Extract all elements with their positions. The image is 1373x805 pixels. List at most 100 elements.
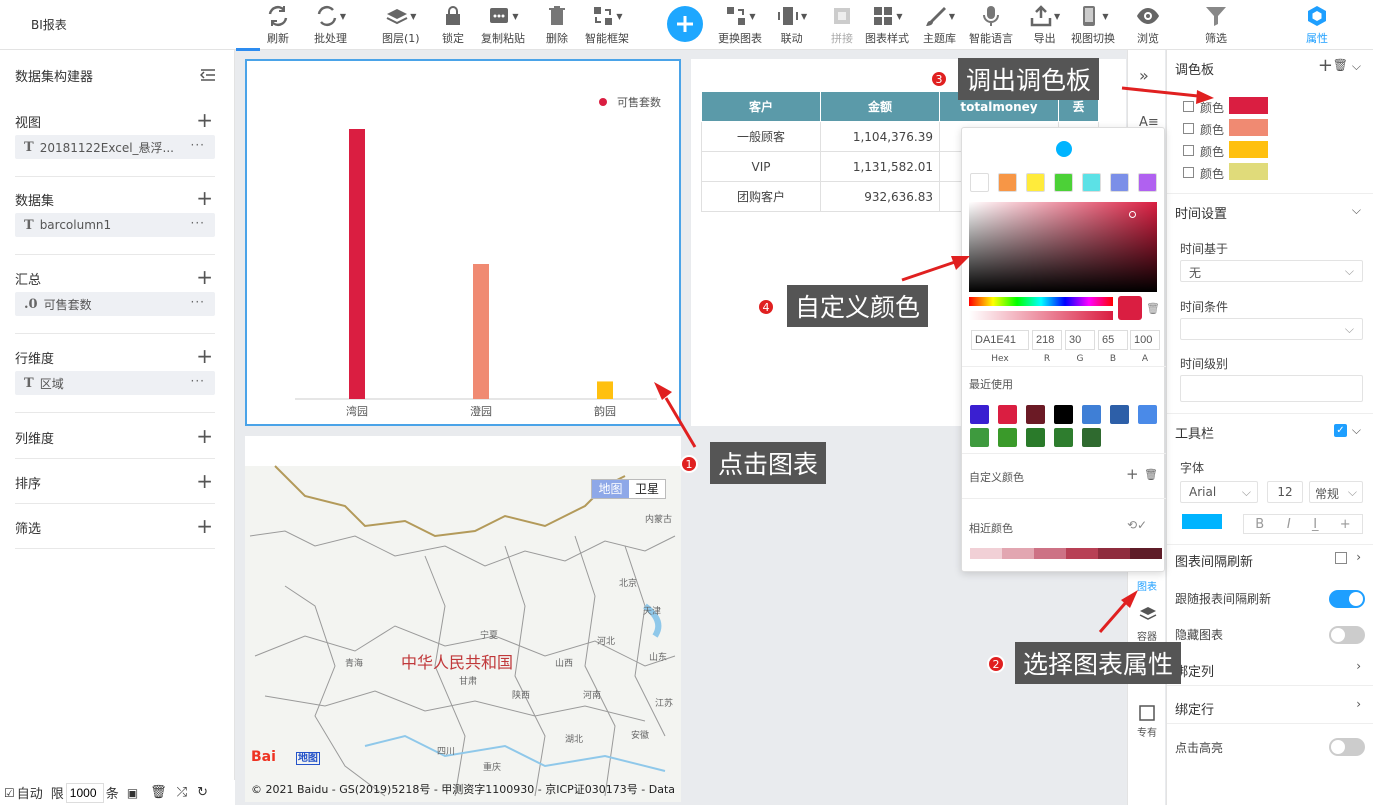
toolbar-splice-button[interactable]: 拼接: [830, 4, 854, 48]
palette-checkbox[interactable]: [1183, 145, 1194, 156]
strikethrough-icon[interactable]: +: [1340, 517, 1351, 532]
chevron-right-icon[interactable]: ›: [1356, 697, 1361, 711]
table-header[interactable]: 金额: [820, 91, 940, 122]
recent-swatch[interactable]: [970, 428, 989, 447]
preset-swatch[interactable]: [1082, 173, 1101, 192]
field-pill[interactable]: T 20181122Excel_悬浮... ···: [15, 135, 215, 159]
font-color-swatch[interactable]: [1182, 514, 1222, 529]
eyedropper-preview[interactable]: [1056, 141, 1072, 157]
toolbar-link-button[interactable]: ▼ 联动: [776, 4, 807, 48]
refresh-similar-icon[interactable]: ⟲✓: [1127, 518, 1147, 532]
shuffle-icon[interactable]: ⤮: [177, 785, 187, 800]
add-field-button[interactable]: +: [196, 469, 213, 493]
similar-swatch[interactable]: [1034, 548, 1066, 559]
recent-swatch[interactable]: [1110, 405, 1129, 424]
auto-checkbox[interactable]: ☑: [4, 786, 15, 800]
exclusive-tab-label[interactable]: 专有: [1137, 724, 1157, 739]
delete-color-icon[interactable]: 🗑: [1146, 302, 1160, 315]
add-field-button[interactable]: +: [196, 108, 213, 132]
font-size-input[interactable]: 12: [1267, 481, 1303, 503]
toolbar-refresh-button[interactable]: 刷新: [266, 4, 290, 48]
similar-swatch[interactable]: [1130, 548, 1162, 559]
add-custom-color-icon[interactable]: +: [1126, 465, 1139, 483]
bold-icon[interactable]: B: [1255, 517, 1264, 532]
font-family-select[interactable]: Arial ⌵: [1180, 481, 1258, 503]
color-a-input[interactable]: [1130, 330, 1160, 350]
recent-swatch[interactable]: [998, 405, 1017, 424]
collapse-panel-icon[interactable]: [200, 68, 216, 82]
underline-icon[interactable]: I̲: [1313, 517, 1317, 532]
trash-icon[interactable]: 🗑: [150, 785, 167, 800]
toolbar-trash-button[interactable]: 删除: [545, 4, 569, 48]
similar-swatch[interactable]: [1066, 548, 1098, 559]
palette-add-icon[interactable]: +: [1318, 55, 1333, 76]
map-tab[interactable]: 地图: [592, 480, 629, 498]
add-field-button[interactable]: +: [196, 514, 213, 538]
interval-refresh-checkbox[interactable]: [1335, 552, 1347, 564]
color-g-input[interactable]: [1065, 330, 1095, 350]
chevron-down-icon[interactable]: ⌵: [1352, 59, 1361, 74]
recent-swatch[interactable]: [1054, 405, 1073, 424]
toolbar-theme-brush-button[interactable]: ▼ 主题库: [923, 4, 956, 48]
time-condition-select[interactable]: ⌵: [1180, 318, 1363, 340]
preset-swatch[interactable]: [998, 173, 1017, 192]
field-pill[interactable]: .0 可售套数 ···: [15, 292, 215, 316]
color-r-input[interactable]: [1032, 330, 1062, 350]
toolbar-layers-button[interactable]: ▼ 图层(1): [382, 4, 420, 48]
palette-color-swatch[interactable]: [1229, 141, 1268, 158]
chevron-down-icon[interactable]: ⌵: [1352, 203, 1361, 218]
satellite-tab[interactable]: 卫星: [629, 480, 665, 498]
bind-row-title[interactable]: 绑定行: [1175, 699, 1214, 718]
delete-custom-color-icon[interactable]: 🗑: [1144, 468, 1158, 481]
time-base-select[interactable]: 无 ⌵: [1180, 260, 1363, 282]
recent-swatch[interactable]: [1054, 428, 1073, 447]
recent-swatch[interactable]: [1026, 405, 1045, 424]
similar-swatch[interactable]: [970, 548, 1002, 559]
bar-chart-card[interactable]: 湾园 澄园 韵园 可售套数: [245, 59, 681, 426]
recent-swatch[interactable]: [998, 428, 1017, 447]
time-level-input[interactable]: [1180, 375, 1363, 402]
toolbar-eye-button[interactable]: 浏览: [1136, 4, 1160, 48]
toolbar-chart-style-button[interactable]: ▼ 图表样式: [865, 4, 909, 48]
palette-color-swatch[interactable]: [1229, 97, 1268, 114]
reload-icon[interactable]: ↻: [197, 785, 208, 800]
palette-delete-icon[interactable]: 🗑: [1333, 58, 1348, 72]
recent-swatch[interactable]: [1026, 428, 1045, 447]
hue-slider[interactable]: [969, 297, 1113, 306]
toolbar-hexagon-button[interactable]: 属性: [1305, 4, 1329, 48]
table-header[interactable]: 客户: [701, 91, 821, 122]
recent-swatch[interactable]: [1138, 405, 1157, 424]
add-chart-button[interactable]: [667, 6, 703, 42]
code-icon[interactable]: ▣: [127, 786, 138, 800]
preset-swatch[interactable]: [1026, 173, 1045, 192]
toolbar-batch-button[interactable]: ▼ 批处理: [314, 4, 347, 48]
limit-input[interactable]: [65, 782, 104, 803]
palette-color-swatch[interactable]: [1229, 119, 1268, 136]
follow-refresh-toggle[interactable]: [1329, 590, 1365, 608]
palette-checkbox[interactable]: [1183, 167, 1194, 178]
bar-1[interactable]: [473, 264, 489, 399]
toolbar-copy-paste-button[interactable]: ▼ 复制粘贴: [481, 4, 525, 48]
bar-2[interactable]: [597, 381, 613, 399]
toolbar-export-button[interactable]: ▼ 导出: [1029, 4, 1060, 48]
recent-swatch[interactable]: [1082, 405, 1101, 424]
map-card[interactable]: 地图 卫星 中华人民共和国 内蒙古 北京 天津 宁夏 河北 青海 甘肃 山西 山东 陕西 河南 江苏四…: [245, 436, 681, 802]
more-icon[interactable]: ···: [191, 374, 205, 388]
similar-swatch[interactable]: [1002, 548, 1034, 559]
add-field-button[interactable]: +: [196, 344, 213, 368]
toolbar-lock-button[interactable]: 锁定: [441, 4, 465, 48]
preset-swatch[interactable]: [1138, 173, 1157, 192]
toolbar-smart-frame-button[interactable]: ▼ 智能框架: [585, 4, 629, 48]
hide-chart-toggle[interactable]: [1329, 626, 1365, 644]
preset-swatch[interactable]: [1110, 173, 1129, 192]
more-icon[interactable]: ···: [191, 216, 205, 230]
preset-swatch[interactable]: [1054, 173, 1073, 192]
collapse-right-icon[interactable]: »: [1139, 66, 1149, 85]
add-field-button[interactable]: +: [196, 186, 213, 210]
color-hex-input[interactable]: [971, 330, 1029, 350]
chevron-right-icon[interactable]: ›: [1356, 659, 1361, 673]
similar-swatch[interactable]: [1098, 548, 1130, 559]
add-field-button[interactable]: +: [196, 424, 213, 448]
add-field-button[interactable]: +: [196, 265, 213, 289]
more-icon[interactable]: ···: [191, 138, 205, 152]
